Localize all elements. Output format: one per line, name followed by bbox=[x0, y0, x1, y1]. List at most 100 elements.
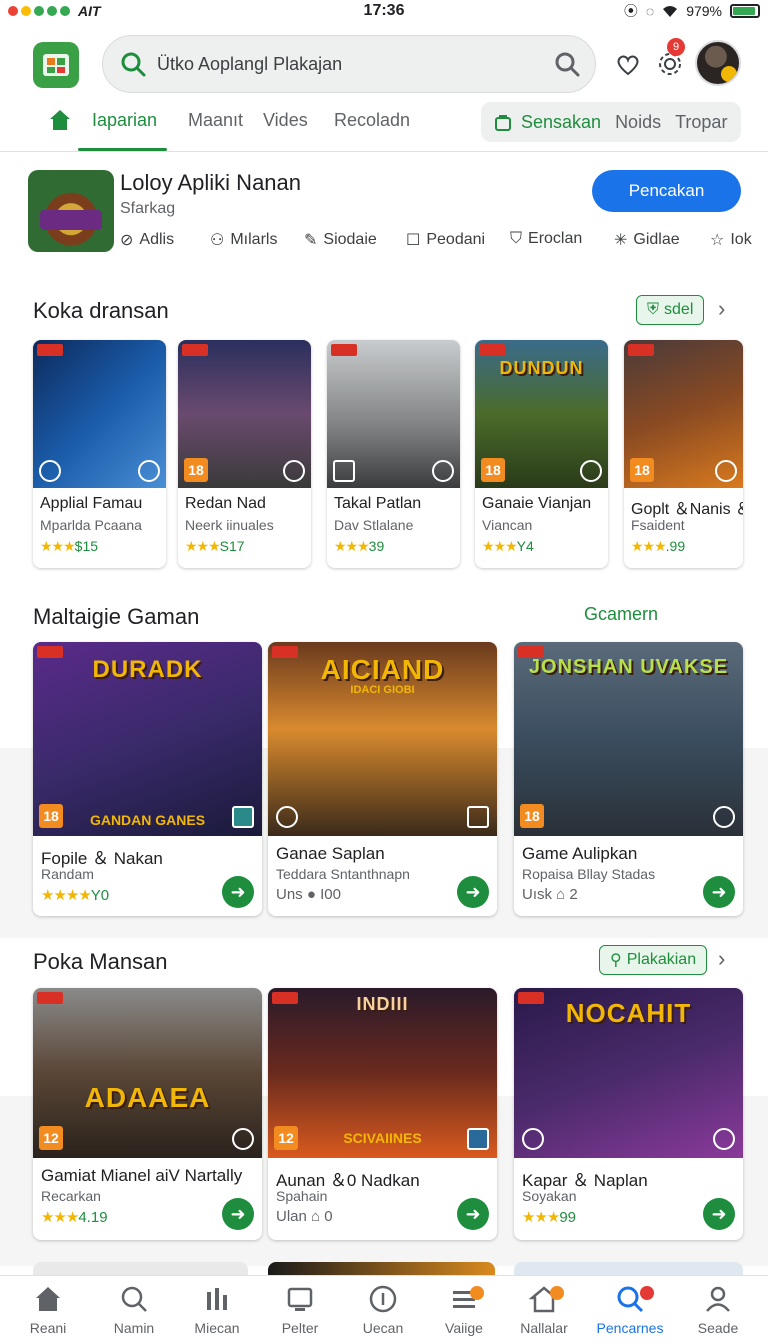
chevron-right-icon[interactable]: › bbox=[718, 946, 725, 972]
card-art-title: AICIAND bbox=[320, 654, 445, 685]
app-card[interactable]: 18 Redan Nad Neerk iinuales ★★★S17 bbox=[178, 340, 311, 568]
active-tab-indicator bbox=[78, 148, 167, 151]
meta-item[interactable]: ✳ Gidlae bbox=[614, 230, 680, 250]
user-avatar[interactable] bbox=[695, 40, 741, 86]
tab-iaparian[interactable]: Iaparian bbox=[92, 110, 157, 131]
nav-item-miecan[interactable]: Miecan bbox=[175, 1284, 259, 1336]
featured-app-icon[interactable] bbox=[28, 170, 114, 252]
nav-item-pencarnes[interactable]: Pencarnes bbox=[588, 1284, 672, 1336]
notification-badge: 9 bbox=[667, 38, 685, 56]
card-desc: Soyakan bbox=[522, 1188, 577, 1204]
card-desc: Fsaident bbox=[631, 517, 685, 533]
wishlist-heart-icon[interactable] bbox=[614, 50, 642, 78]
meta-item[interactable]: ☐ Peodani bbox=[406, 230, 485, 250]
tag-icon: ⛉ bbox=[510, 230, 523, 247]
section-filter-pill[interactable]: ⛨ sdel bbox=[636, 295, 705, 325]
screen-icon bbox=[467, 806, 489, 828]
meta-item[interactable]: ✎ Siodaie bbox=[304, 230, 377, 250]
section-filter-pill[interactable]: ⚲ Plakakian bbox=[599, 945, 708, 975]
open-arrow-button[interactable]: ➜ bbox=[703, 876, 735, 908]
home-icon[interactable] bbox=[48, 108, 72, 132]
card-desc: Spahain bbox=[276, 1188, 328, 1204]
check-circle-icon: ⊘ bbox=[120, 232, 134, 249]
chevron-right-icon[interactable]: › bbox=[718, 296, 725, 322]
age-rating-badge: 18 bbox=[184, 458, 208, 482]
card-rating: ★★★.99 bbox=[631, 538, 686, 554]
nav-item-seade[interactable]: Seade bbox=[676, 1284, 760, 1336]
card-title: Gamiat Mianel aiV Nartally bbox=[41, 1166, 243, 1185]
tv-icon bbox=[287, 1287, 313, 1311]
card-art-subtitle: IDACI GIOBI bbox=[350, 684, 415, 696]
stars-icon: ★★★ bbox=[334, 538, 370, 554]
next-row-card-peek bbox=[514, 1262, 743, 1276]
nav-item-nallalar[interactable]: Nallalar bbox=[502, 1284, 586, 1336]
app-card[interactable]: Applial Famau Mparlda Pcaana ★★★$15 bbox=[33, 340, 166, 568]
search-submit-icon[interactable] bbox=[553, 50, 581, 78]
nav-item-namin[interactable]: Namin bbox=[92, 1284, 176, 1336]
lock-icon: ⚲ bbox=[610, 952, 622, 969]
card-title: Ganaie Vianjan bbox=[482, 495, 592, 512]
tab-vides[interactable]: Vides bbox=[263, 110, 308, 131]
chip-noids[interactable]: Noids bbox=[615, 112, 661, 133]
game-card[interactable]: DURADK GANDAN GANES 18 Fopile ＆ Nakan Ra… bbox=[33, 642, 262, 916]
wifi-icon bbox=[663, 6, 678, 17]
featured-title: Loloy Apliki Nanan bbox=[120, 170, 302, 195]
bottom-navigation: Reani Namin Miecan Pelter Uecan Vaiige N… bbox=[0, 1275, 768, 1344]
open-arrow-button[interactable]: ➜ bbox=[457, 876, 489, 908]
card-art-title: INDIII bbox=[356, 994, 409, 1014]
nav-item-pelter[interactable]: Pelter bbox=[258, 1284, 342, 1336]
card-desc: Randam bbox=[41, 866, 94, 882]
game-card[interactable]: AICIAND IDACI GIOBI Ganae Saplan Teddara… bbox=[268, 642, 497, 916]
nav-item-uecan[interactable]: Uecan bbox=[341, 1284, 425, 1336]
open-arrow-button[interactable]: ➜ bbox=[222, 876, 254, 908]
search-input[interactable] bbox=[157, 53, 537, 75]
card-rating: ★★★$15 bbox=[40, 538, 99, 554]
share-icon bbox=[276, 806, 298, 828]
publisher-tag bbox=[331, 344, 357, 356]
meta-item[interactable]: ⊘ Adlis bbox=[120, 230, 174, 250]
open-arrow-button[interactable]: ➜ bbox=[457, 1198, 489, 1230]
open-arrow-button[interactable]: ➜ bbox=[222, 1198, 254, 1230]
tab-recoladn[interactable]: Recoladn bbox=[334, 110, 410, 131]
age-rating-badge: 18 bbox=[520, 804, 544, 828]
card-rating: ★★★4.19 bbox=[41, 1209, 108, 1226]
app-card[interactable]: DUNDUN 18 Ganaie Vianjan Viancan ★★★Y4 bbox=[475, 340, 608, 568]
stars-icon: ★★★★ bbox=[41, 887, 92, 904]
card-rating: ★★★Y4 bbox=[482, 538, 534, 554]
apps-icon bbox=[207, 1288, 227, 1310]
age-rating-badge: 18 bbox=[481, 458, 505, 482]
tab-maanit[interactable]: Maanıt bbox=[188, 110, 243, 131]
card-title: Applial Famau bbox=[40, 495, 143, 512]
meta-item[interactable]: ⚇ Mılarls bbox=[210, 230, 277, 250]
game-card[interactable]: ADAAEA 12 Gamiat Mianel aiV Nartally Rec… bbox=[33, 988, 262, 1240]
meta-item[interactable]: ☆ Iok bbox=[710, 230, 752, 250]
featured-install-button[interactable]: Pencakan bbox=[592, 170, 741, 212]
game-card[interactable]: JONSHAN UVAKSE 18 Game Aulipkan Ropaisa … bbox=[514, 642, 743, 916]
battery-percent: 979% bbox=[686, 3, 722, 19]
card-rating: ★★★99 bbox=[522, 1209, 577, 1226]
nav-item-vaiige[interactable]: Vaiige bbox=[422, 1284, 506, 1336]
section-title: Koka dransan bbox=[33, 298, 169, 323]
age-rating-badge: 18 bbox=[39, 804, 63, 828]
section-see-all-link[interactable]: Gcamern bbox=[584, 604, 658, 625]
search-bar[interactable] bbox=[102, 35, 596, 93]
game-card[interactable]: INDIII SCIVAIINES 12 Aunan ＆0 Nadkan Spa… bbox=[268, 988, 497, 1240]
app-logo[interactable] bbox=[33, 42, 79, 88]
nav-item-reani[interactable]: Reani bbox=[6, 1284, 90, 1336]
app-card[interactable]: 18 Goplt ＆Nanis ＆ Fsaident ★★★.99 bbox=[624, 340, 743, 568]
app-card[interactable]: Takal Patlan Dav Stlalane ★★★39 bbox=[327, 340, 460, 568]
stars-icon: ★★★ bbox=[41, 1209, 79, 1226]
featured-app-banner: Loloy Apliki Nanan Sfarkag Pencakan ⊘ Adl… bbox=[0, 152, 768, 272]
card-art: NOCAHIT bbox=[514, 988, 743, 1158]
chip-sensakan[interactable]: Sensakan bbox=[521, 112, 601, 133]
meta-item[interactable]: ⛉ Eroclan bbox=[510, 230, 582, 248]
avatar-status-dot bbox=[721, 66, 737, 82]
game-card[interactable]: NOCAHIT Kapar ＆ Naplan Soyakan ★★★99 ➜ bbox=[514, 988, 743, 1240]
open-arrow-button[interactable]: ➜ bbox=[703, 1198, 735, 1230]
chip-tropar[interactable]: Tropar bbox=[675, 112, 727, 133]
chip-filter-group: Sensakan Noids Tropar bbox=[481, 102, 741, 142]
category-tabs: Iaparian Maanıt Vides Recoladn Sensakan … bbox=[0, 100, 768, 152]
card-title: Redan Nad bbox=[185, 495, 266, 512]
card-title: Goplt ＆Nanis ＆ bbox=[631, 501, 743, 518]
card-art: 18 bbox=[178, 340, 311, 488]
